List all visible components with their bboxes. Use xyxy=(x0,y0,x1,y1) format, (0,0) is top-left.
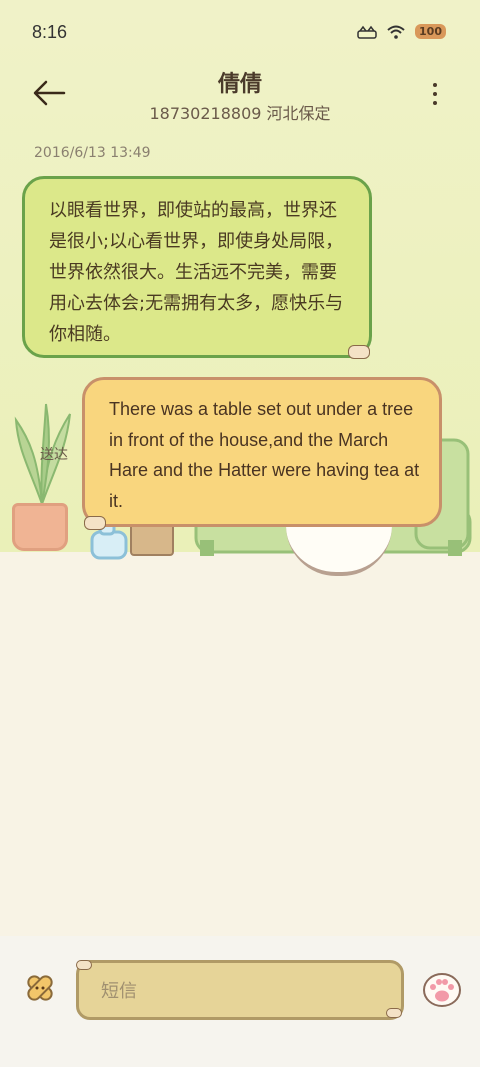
paw-icon[interactable] xyxy=(422,972,462,1008)
delivery-status: 送达 xyxy=(40,447,68,463)
status-time: 8:16 xyxy=(32,22,68,42)
cat-tag-icon xyxy=(76,960,92,970)
incoming-message-text: 以眼看世界，即使站的最高，世界还是很小;以心看世界，即使身处局限，世界依然很大。… xyxy=(49,200,344,345)
plant-pot xyxy=(12,503,68,551)
contact-name: 倩倩 xyxy=(217,72,262,97)
wifi-icon xyxy=(387,25,405,39)
signal-icon xyxy=(357,25,377,39)
more-vert-icon[interactable] xyxy=(430,80,440,108)
cat-tag-icon xyxy=(84,516,106,530)
message-timestamp: 2016/6/13 13:49 xyxy=(34,145,151,161)
message-input-placeholder: 短信 xyxy=(101,981,137,1002)
cat-tag-icon xyxy=(386,1008,402,1018)
sticker-icon[interactable] xyxy=(22,970,58,1006)
message-input[interactable]: 短信 xyxy=(76,960,404,1020)
outgoing-message-text: There was a table set out under a tree i… xyxy=(109,399,420,511)
outgoing-message-bubble[interactable]: There was a table set out under a tree i… xyxy=(82,377,442,527)
status-icons: 100 xyxy=(357,24,446,39)
wallpaper-floor xyxy=(0,552,480,936)
battery-indicator: 100 xyxy=(415,24,446,39)
cat-tag-icon xyxy=(348,345,370,359)
incoming-message-bubble[interactable]: 以眼看世界，即使站的最高，世界还是很小;以心看世界，即使身处局限，世界依然很大。… xyxy=(22,176,372,358)
status-bar: 8:16 100 xyxy=(0,0,480,66)
contact-subtitle: 18730218809 河北保定 xyxy=(149,104,331,123)
